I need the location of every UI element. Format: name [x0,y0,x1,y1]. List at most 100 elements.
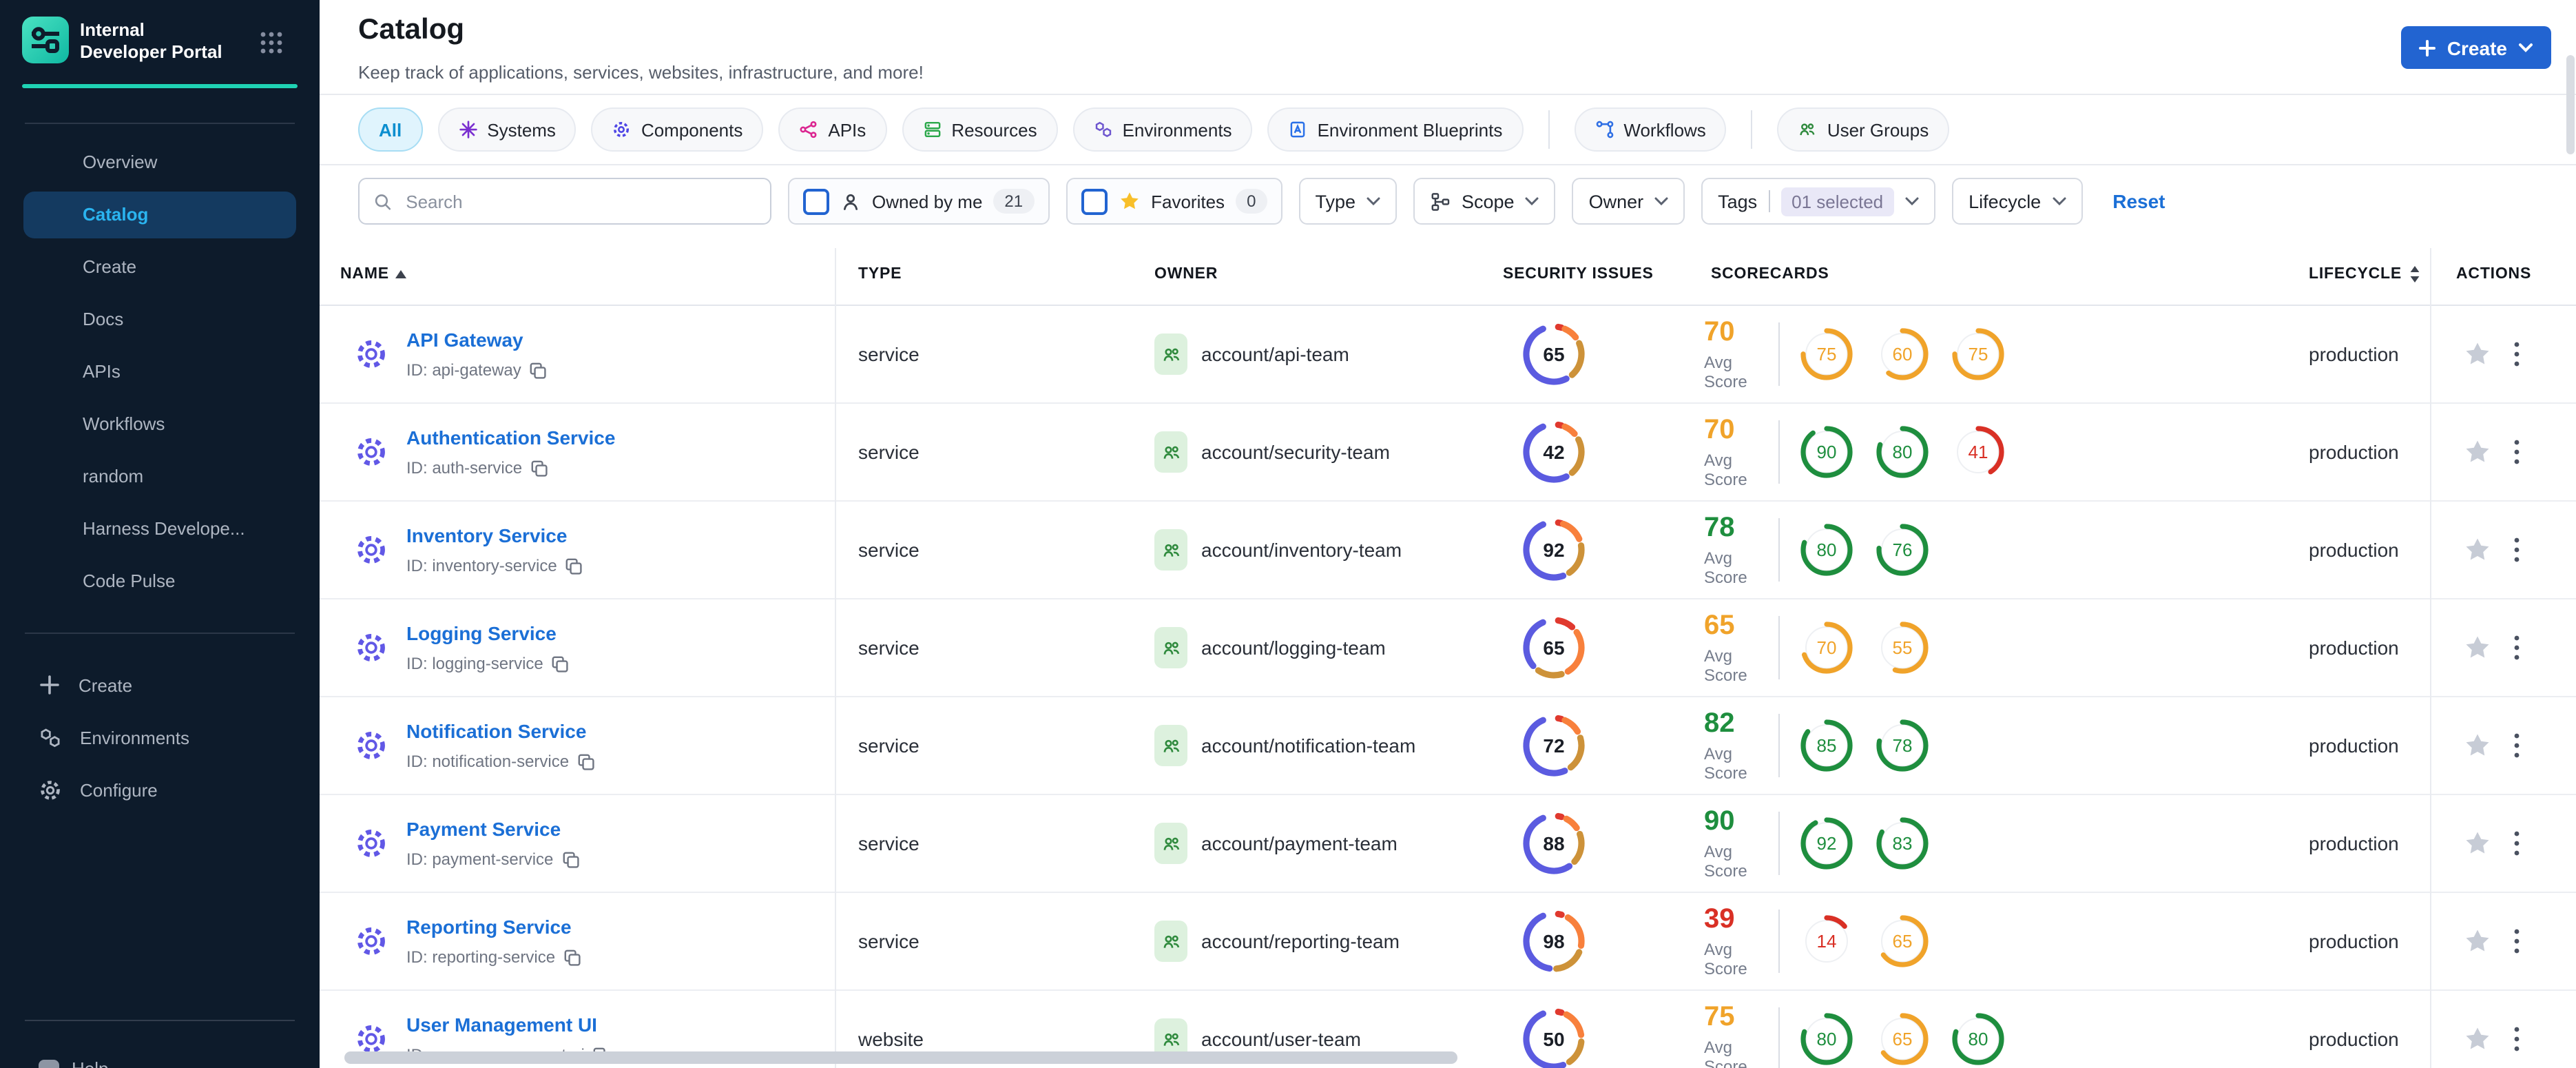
sidebar-item-random[interactable]: random [23,453,296,500]
copy-icon[interactable] [561,850,579,868]
favorite-star-button[interactable] [2463,536,2492,564]
favorite-star-button[interactable] [2463,927,2492,955]
tab-components[interactable]: Components [591,107,764,152]
kebab-menu-button[interactable] [2514,733,2520,758]
column-header-name[interactable]: NAME [340,266,407,283]
sidebar-item-environments[interactable]: Environments [23,714,296,761]
column-header-security[interactable]: SECURITY ISSUES [1503,266,1654,283]
owner-dropdown[interactable]: Owner [1572,178,1685,225]
column-header-type[interactable]: TYPE [858,266,902,283]
horizontal-scrollbar[interactable] [344,1051,1457,1064]
filter-bar: Owned by me 21 Favorites 0 Type [358,175,2165,227]
avg-score-label: Avg Score [1704,646,1747,685]
type-dropdown[interactable]: Type [1298,178,1397,225]
sidebar-item-configure[interactable]: Configure [23,766,296,813]
tab-all[interactable]: All [358,107,423,152]
app-grid-icon[interactable] [259,30,284,55]
table-row-auth-service[interactable]: Authentication Service ID: auth-service … [320,404,2576,502]
favorite-star-button[interactable] [2463,732,2492,759]
table-row-logging-service[interactable]: Logging Service ID: logging-service serv… [320,599,2576,697]
kebab-menu-button[interactable] [2514,440,2520,464]
sidebar-item-workflows[interactable]: Workflows [23,401,296,448]
sidebar-item-docs[interactable]: Docs [23,296,296,343]
scope-dropdown[interactable]: Scope [1413,178,1556,225]
owner-group-icon [1154,725,1187,766]
kebab-menu-button[interactable] [2514,1027,2520,1051]
tab-environments[interactable]: Environments [1072,107,1253,152]
copy-icon[interactable] [530,459,548,477]
help-icon[interactable] [39,1060,59,1068]
component-name-link[interactable]: Reporting Service [406,916,572,938]
scorecard-divider [1778,518,1780,582]
favorite-star-button[interactable] [2463,634,2492,661]
component-gear-icon [353,433,390,471]
search-input-wrap[interactable] [358,178,771,225]
avg-score-value: 65 [1704,610,1735,641]
copy-icon[interactable] [563,948,581,966]
favorite-star-button[interactable] [2463,830,2492,857]
scorecard-ring: 76 [1876,524,1929,576]
component-name-link[interactable]: Inventory Service [406,524,567,546]
kebab-menu-button[interactable] [2514,831,2520,856]
copy-icon[interactable] [530,361,548,379]
systems-icon [458,120,477,139]
scorecard-ring: 80 [1876,426,1929,478]
sidebar-item-overview[interactable]: Overview [23,139,296,186]
component-gear-icon [353,727,390,764]
component-name-link[interactable]: Logging Service [406,622,557,644]
copy-icon[interactable] [565,557,583,575]
lifecycle-dropdown[interactable]: Lifecycle [1952,178,2083,225]
tab-user-groups[interactable]: User Groups [1777,107,1950,152]
copy-icon[interactable] [577,752,595,770]
copy-icon[interactable] [552,655,570,672]
column-header-owner[interactable]: OWNER [1154,266,1218,283]
sidebar-item-create[interactable]: Create [23,244,296,291]
kebab-menu-button[interactable] [2514,537,2520,562]
sidebar-item-create[interactable]: Create [23,661,296,708]
favorite-star-button[interactable] [2463,340,2492,368]
reset-filters-link[interactable]: Reset [2112,190,2165,212]
component-name-link[interactable]: Authentication Service [406,427,615,449]
favorites-checkbox[interactable] [1081,188,1108,214]
vertical-scrollbar[interactable] [2566,55,2575,154]
sidebar-item-help[interactable]: Help [72,1058,109,1068]
component-name-link[interactable]: Payment Service [406,818,561,840]
tags-dropdown[interactable]: Tags 01 selected [1701,178,1936,225]
table-row-notification-service[interactable]: Notification Service ID: notification-se… [320,697,2576,795]
sidebar-item-catalog[interactable]: Catalog [23,192,296,238]
table-row-payment-service[interactable]: Payment Service ID: payment-service serv… [320,795,2576,893]
type-value: service [858,441,920,463]
sidebar-item-code-pulse[interactable]: Code Pulse [23,558,296,605]
table-row-inventory-service[interactable]: Inventory Service ID: inventory-service … [320,502,2576,599]
component-name-link[interactable]: API Gateway [406,329,523,351]
create-button[interactable]: Create [2401,26,2551,69]
brand-underline [22,84,298,88]
svg-text:92: 92 [1817,833,1837,854]
table-row-api-gateway[interactable]: API Gateway ID: api-gateway service acco… [320,306,2576,404]
owned-by-me-label: Owned by me [872,191,983,212]
favorite-star-button[interactable] [2463,1025,2492,1053]
kebab-menu-button[interactable] [2514,635,2520,660]
component-id: ID: api-gateway [406,360,521,380]
column-header-scorecards[interactable]: SCORECARDS [1711,266,1829,283]
tab-workflows[interactable]: Workflows [1574,107,1727,152]
owned-by-me-checkbox[interactable] [803,188,829,214]
scorecard-ring: 65 [1876,915,1929,967]
table-row-reporting-service[interactable]: Reporting Service ID: reporting-service … [320,893,2576,991]
lifecycle-value: production [2309,637,2399,659]
component-name-link[interactable]: Notification Service [406,720,586,742]
favorite-star-button[interactable] [2463,438,2492,466]
sidebar-item-apis[interactable]: APIs [23,349,296,396]
column-header-lifecycle[interactable]: LIFECYCLE [2309,266,2420,283]
favorites-filter[interactable]: Favorites 0 [1066,178,1282,225]
kebab-menu-button[interactable] [2514,342,2520,367]
tab-resources[interactable]: Resources [902,107,1058,152]
component-name-link[interactable]: User Management UI [406,1014,597,1036]
tab-systems[interactable]: Systems [437,107,577,152]
sidebar-item-harness-develope-[interactable]: Harness Develope... [23,506,296,553]
kebab-menu-button[interactable] [2514,929,2520,954]
tab-environment-blueprints[interactable]: Environment Blueprints [1267,107,1524,152]
search-input[interactable] [403,189,756,213]
owned-by-me-filter[interactable]: Owned by me 21 [788,178,1050,225]
tab-apis[interactable]: APIs [778,107,887,152]
